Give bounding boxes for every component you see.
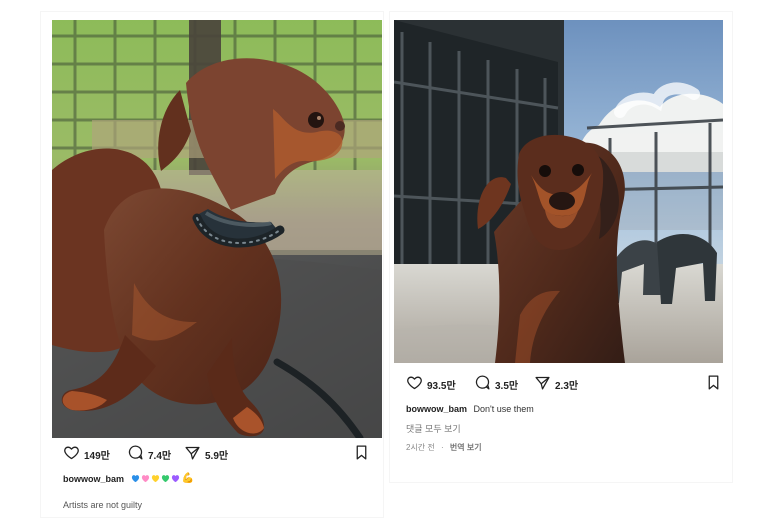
share-button[interactable]: 2.3만 [534,373,578,395]
bookmark-icon [705,374,722,394]
flexed-biceps-icon: 💪 [181,473,194,485]
send-icon [534,374,551,394]
post-action-bar: 149만 7.4만 5.9만 [61,442,367,466]
green-heart-icon [161,474,170,483]
dog-photo-on-patio [394,20,723,363]
comment-count: 7.4만 [148,450,172,462]
heart-icon [406,374,423,394]
save-button[interactable] [353,443,370,465]
heart-icon [63,444,80,464]
bookmark-icon [353,444,370,464]
translate-link[interactable]: 번역 보기 [450,443,482,452]
time-ago: 2시간 전 [406,443,435,452]
post-caption: bowwow_bam 💪 [63,473,363,486]
comment-button[interactable]: 7.4만 [127,443,171,465]
like-button[interactable]: 93.5만 [406,373,456,395]
pink-heart-icon [141,474,150,483]
share-count: 5.9만 [205,450,229,462]
like-button[interactable]: 149만 [63,443,110,465]
post-meta: 2시간 전 · 번역 보기 [406,442,482,453]
meta-separator: · [441,443,444,452]
comment-icon [474,374,491,394]
save-button[interactable] [705,373,722,395]
comment-button[interactable]: 3.5만 [474,373,518,395]
username-link[interactable]: bowwow_bam [63,474,124,484]
instagram-posts-screenshot: 149만 7.4만 5.9만 bowwow_bam 💪 Artists are … [0,0,773,525]
comment-icon [127,444,144,464]
username-link[interactable]: bowwow_bam [406,404,467,414]
like-count: 93.5만 [427,380,456,392]
blue-heart-icon [131,474,140,483]
caption-emojis: 💪 [131,473,194,484]
dog-photo-lying-on-rug [52,20,382,438]
view-all-comments-link[interactable]: 댓글 모두 보기 [406,422,461,435]
yellow-heart-icon [151,474,160,483]
dog-photo-drawing [52,20,382,438]
comment-count: 3.5만 [495,380,519,392]
instagram-post-card: 149만 7.4만 5.9만 bowwow_bam 💪 Artists are … [41,12,383,517]
dog-photo-drawing [394,20,723,363]
share-count: 2.3만 [555,380,579,392]
send-icon [184,444,201,464]
caption-text: Don't use them [473,404,534,414]
like-count: 149만 [84,450,110,462]
post-secondary-text: Artists are not guilty [63,500,143,510]
instagram-post-card: 93.5만 3.5만 2.3만 bowwow_bam Don't use the… [390,12,732,482]
post-caption: bowwow_bam Don't use them [406,404,706,416]
post-action-bar: 93.5만 3.5만 2.3만 [406,372,724,396]
purple-heart-icon [171,474,180,483]
share-button[interactable]: 5.9만 [184,443,228,465]
